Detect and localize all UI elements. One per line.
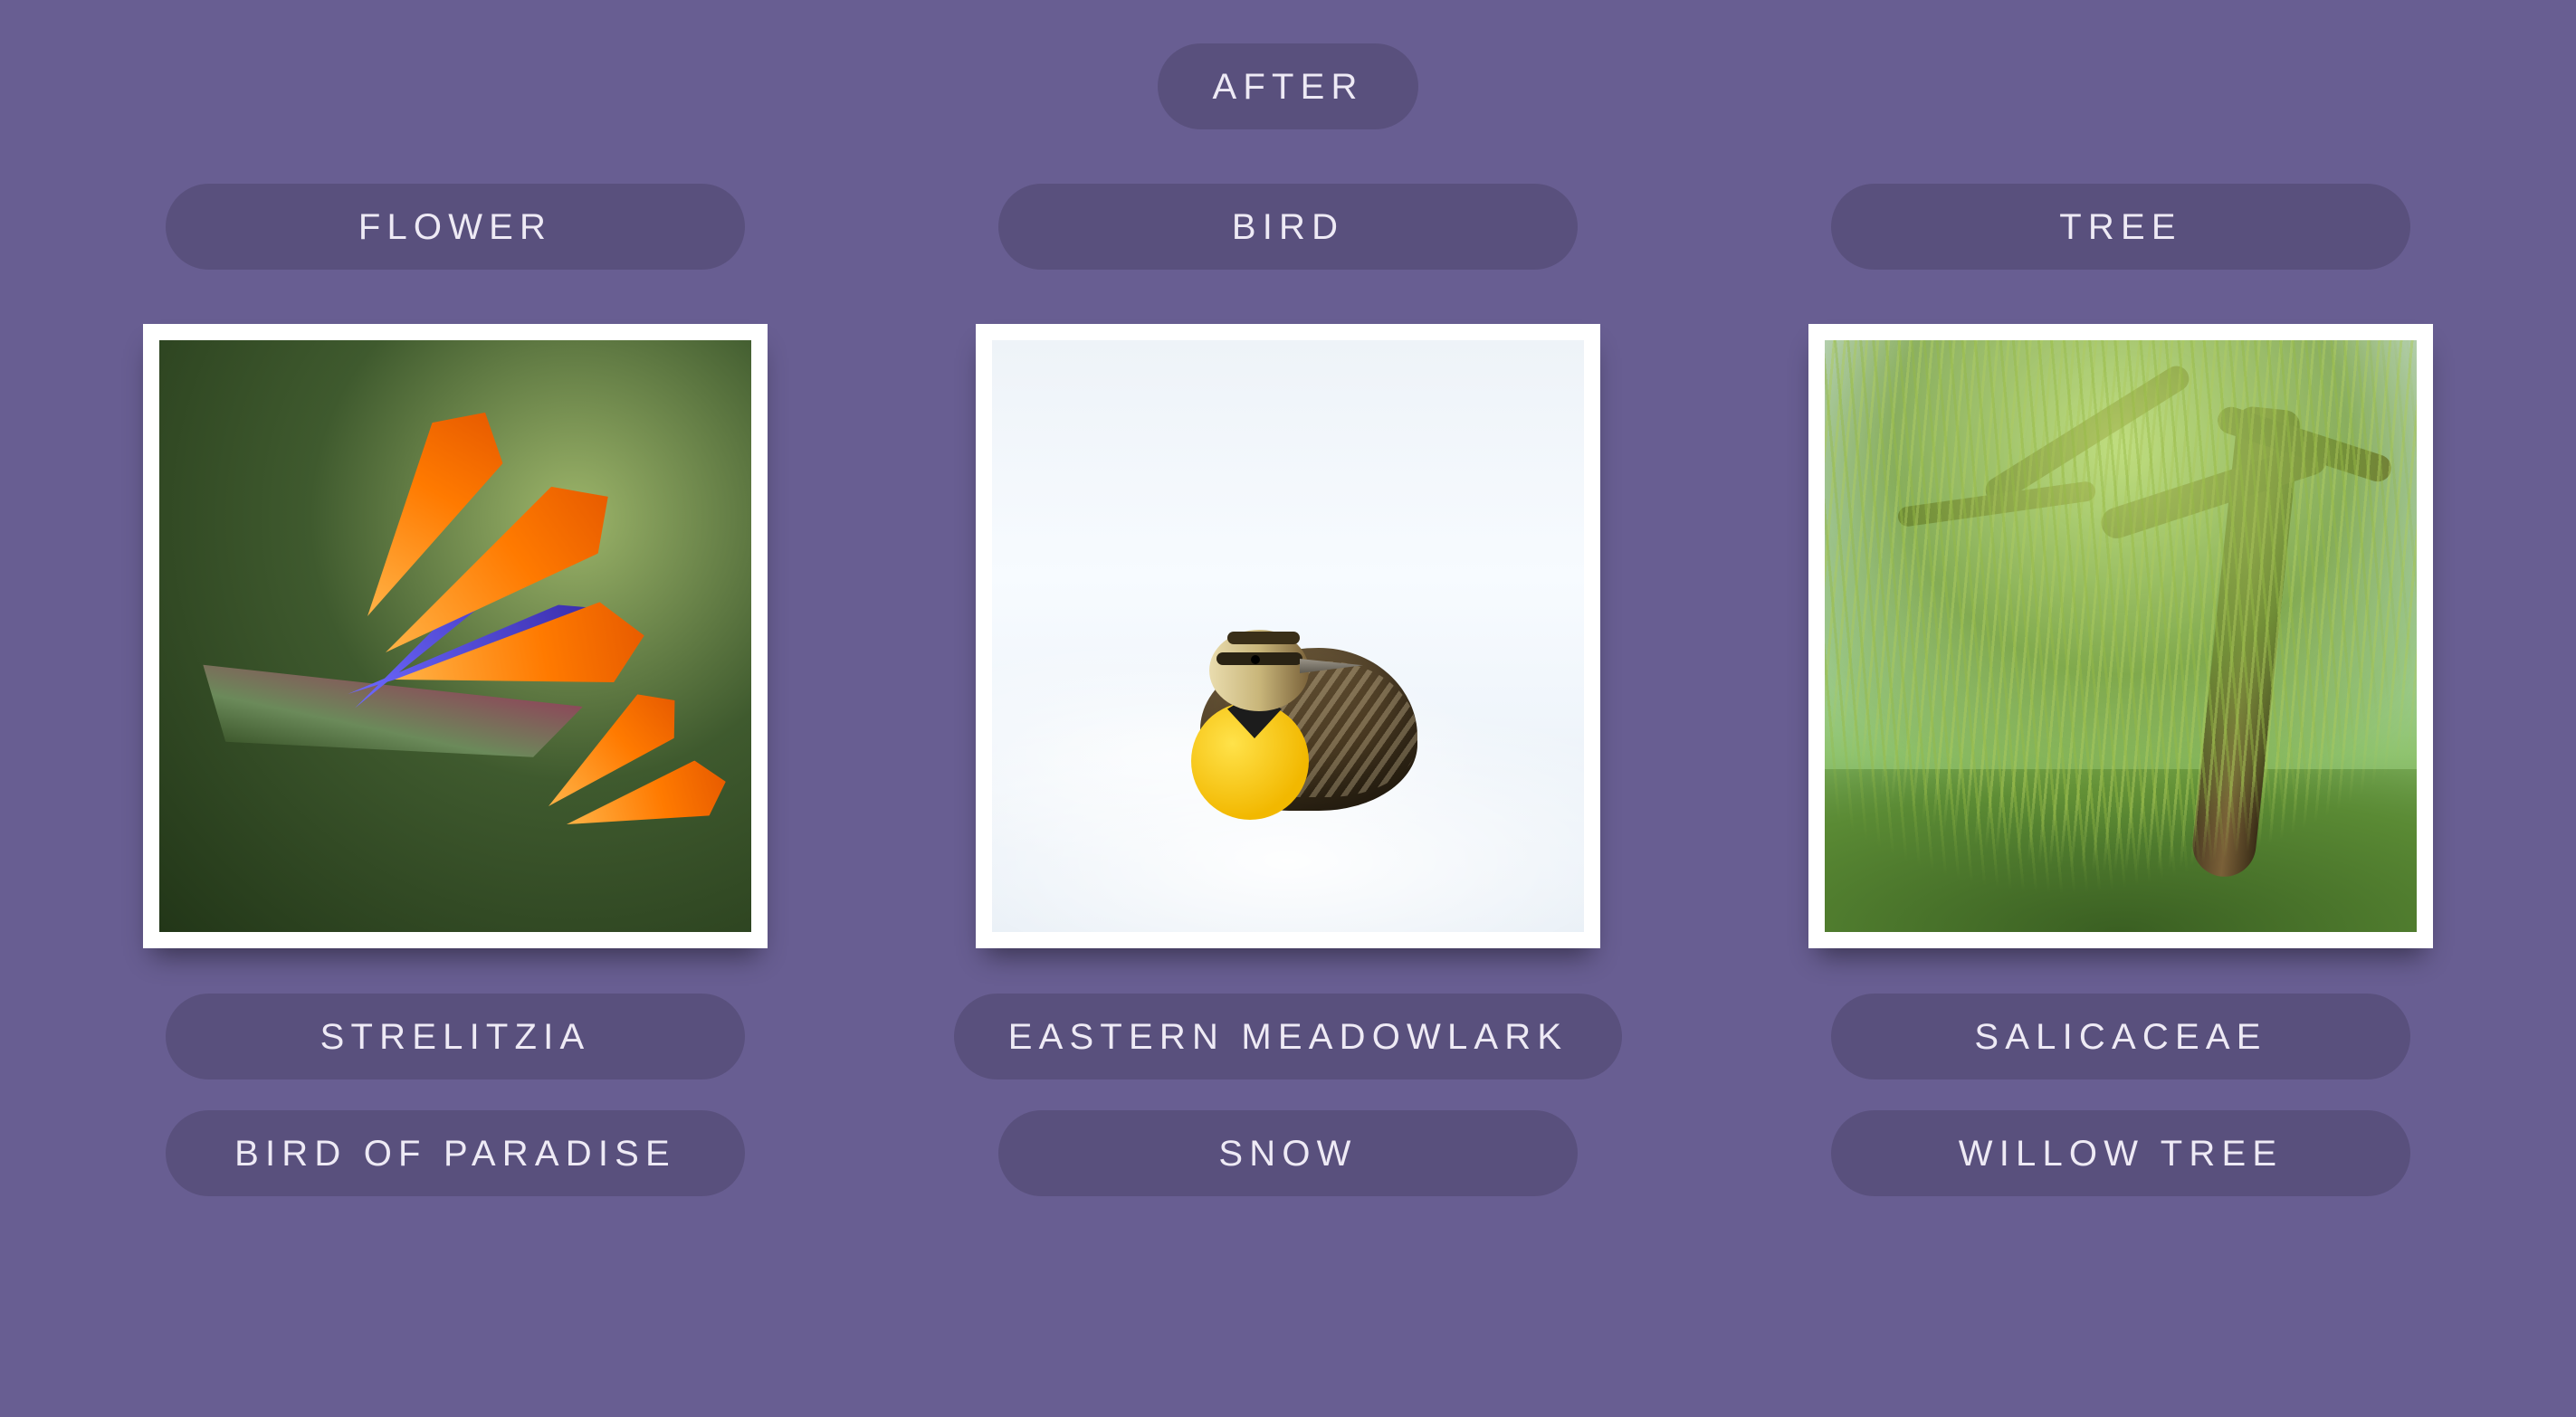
tag-pill: STRELITZIA [166,994,745,1079]
category-pill-flower: FLOWER [166,184,745,270]
category-pill-bird: BIRD [998,184,1578,270]
tag-pill: SNOW [998,1110,1578,1196]
tag-pill: BIRD OF PARADISE [166,1110,745,1196]
column-flower: FLOWER STRELITZIA BIRD OF PARADISE [120,184,790,1196]
category-pill-tree: TREE [1831,184,2410,270]
tag-pill: EASTERN MEADOWLARK [954,994,1623,1079]
image-card-tree [1808,324,2433,948]
image-card-bird [976,324,1600,948]
tag-pill: SALICACEAE [1831,994,2410,1079]
header-pill: AFTER [1158,43,1417,129]
column-tree: TREE SALICACEAE WILLOW TREE [1786,184,2456,1196]
image-card-flower [143,324,768,948]
image-tree [1825,340,2417,932]
image-flower [159,340,751,932]
image-bird [992,340,1584,932]
column-bird: BIRD EASTERN M [953,184,1623,1196]
tag-pill: WILLOW TREE [1831,1110,2410,1196]
